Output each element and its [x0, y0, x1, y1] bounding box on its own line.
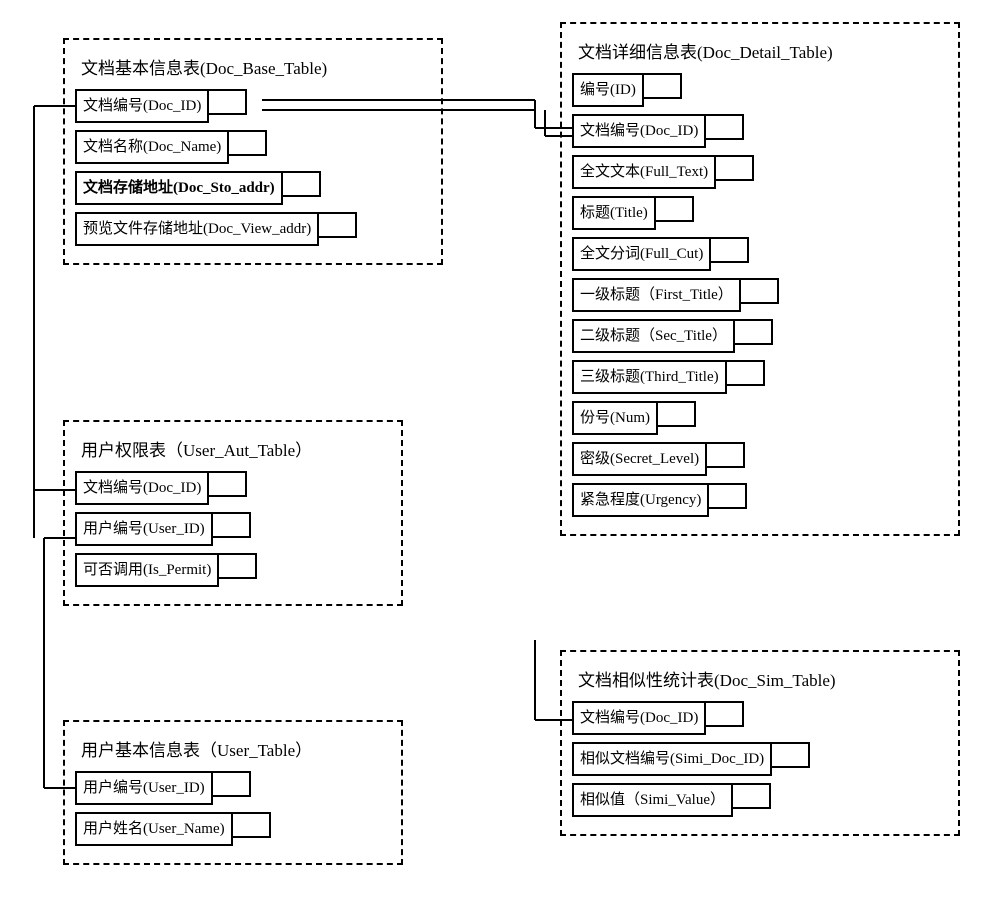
field-row: 二级标题（Sec_Title） [572, 319, 948, 353]
table-title: 文档详细信息表(Doc_Detail_Table) [578, 38, 948, 63]
field-row: 用户姓名(User_Name) [75, 812, 391, 846]
field-value-slot [706, 701, 744, 727]
table-title: 用户基本信息表（User_Table） [81, 736, 391, 761]
field-label: 全文文本(Full_Text) [572, 155, 716, 189]
field-value-slot [706, 114, 744, 140]
field-value-slot [209, 89, 247, 115]
field-value-slot [219, 553, 257, 579]
field-label: 相似文档编号(Simi_Doc_ID) [572, 742, 772, 776]
field-value-slot [233, 812, 271, 838]
field-row: 三级标题(Third_Title) [572, 360, 948, 394]
field-value-slot [772, 742, 810, 768]
table-doc-sim: 文档相似性统计表(Doc_Sim_Table) 文档编号(Doc_ID) 相似文… [560, 650, 960, 836]
field-row: 文档存储地址(Doc_Sto_addr) [75, 171, 431, 205]
er-diagram: 文档基本信息表(Doc_Base_Table) 文档编号(Doc_ID) 文档名… [0, 0, 1000, 900]
field-value-slot [733, 783, 771, 809]
field-row: 文档名称(Doc_Name) [75, 130, 431, 164]
field-value-slot [711, 237, 749, 263]
field-row: 一级标题（First_Title） [572, 278, 948, 312]
field-row: 文档编号(Doc_ID) [572, 701, 948, 735]
field-row: 编号(ID) [572, 73, 948, 107]
field-value-slot [658, 401, 696, 427]
table-user-aut: 用户权限表（User_Aut_Table） 文档编号(Doc_ID) 用户编号(… [63, 420, 403, 606]
field-value-slot [319, 212, 357, 238]
field-label: 文档编号(Doc_ID) [75, 471, 209, 505]
field-row: 标题(Title) [572, 196, 948, 230]
field-value-slot [735, 319, 773, 345]
field-value-slot [283, 171, 321, 197]
field-label: 文档编号(Doc_ID) [75, 89, 209, 123]
table-doc-detail: 文档详细信息表(Doc_Detail_Table) 编号(ID) 文档编号(Do… [560, 22, 960, 536]
field-label: 密级(Secret_Level) [572, 442, 707, 476]
field-value-slot [644, 73, 682, 99]
table-title: 文档相似性统计表(Doc_Sim_Table) [578, 666, 948, 691]
field-row: 全文文本(Full_Text) [572, 155, 948, 189]
field-row: 份号(Num) [572, 401, 948, 435]
field-value-slot [707, 442, 745, 468]
field-row: 密级(Secret_Level) [572, 442, 948, 476]
field-row: 文档编号(Doc_ID) [75, 89, 431, 123]
field-label: 相似值（Simi_Value） [572, 783, 733, 817]
field-row: 文档编号(Doc_ID) [75, 471, 391, 505]
field-row: 可否调用(Is_Permit) [75, 553, 391, 587]
field-row: 全文分词(Full_Cut) [572, 237, 948, 271]
field-label: 文档名称(Doc_Name) [75, 130, 229, 164]
field-value-slot [716, 155, 754, 181]
field-label: 文档编号(Doc_ID) [572, 114, 706, 148]
field-value-slot [741, 278, 779, 304]
field-label: 紧急程度(Urgency) [572, 483, 709, 517]
field-value-slot [709, 483, 747, 509]
field-value-slot [727, 360, 765, 386]
field-value-slot [209, 471, 247, 497]
field-row: 文档编号(Doc_ID) [572, 114, 948, 148]
field-label: 用户编号(User_ID) [75, 771, 213, 805]
field-row: 用户编号(User_ID) [75, 771, 391, 805]
field-value-slot [656, 196, 694, 222]
field-label: 预览文件存储地址(Doc_View_addr) [75, 212, 319, 246]
field-row: 相似文档编号(Simi_Doc_ID) [572, 742, 948, 776]
table-doc-base: 文档基本信息表(Doc_Base_Table) 文档编号(Doc_ID) 文档名… [63, 38, 443, 265]
field-value-slot [229, 130, 267, 156]
field-label: 文档编号(Doc_ID) [572, 701, 706, 735]
table-user-base: 用户基本信息表（User_Table） 用户编号(User_ID) 用户姓名(U… [63, 720, 403, 865]
field-label: 三级标题(Third_Title) [572, 360, 727, 394]
field-row: 预览文件存储地址(Doc_View_addr) [75, 212, 431, 246]
field-label: 文档存储地址(Doc_Sto_addr) [75, 171, 283, 205]
field-label: 标题(Title) [572, 196, 656, 230]
field-row: 相似值（Simi_Value） [572, 783, 948, 817]
table-title: 文档基本信息表(Doc_Base_Table) [81, 54, 431, 79]
field-label: 全文分词(Full_Cut) [572, 237, 711, 271]
field-value-slot [213, 771, 251, 797]
field-row: 紧急程度(Urgency) [572, 483, 948, 517]
field-label: 用户编号(User_ID) [75, 512, 213, 546]
field-value-slot [213, 512, 251, 538]
table-title: 用户权限表（User_Aut_Table） [81, 436, 391, 461]
field-row: 用户编号(User_ID) [75, 512, 391, 546]
field-label: 二级标题（Sec_Title） [572, 319, 735, 353]
field-label: 可否调用(Is_Permit) [75, 553, 219, 587]
field-label: 份号(Num) [572, 401, 658, 435]
field-label: 一级标题（First_Title） [572, 278, 741, 312]
field-label: 用户姓名(User_Name) [75, 812, 233, 846]
field-label: 编号(ID) [572, 73, 644, 107]
